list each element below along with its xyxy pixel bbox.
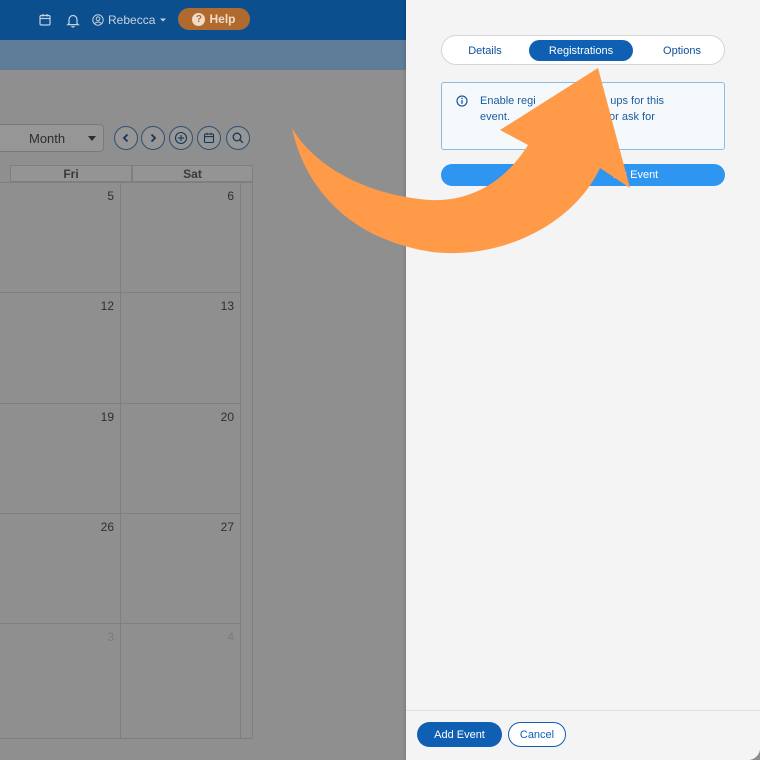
caret-down-icon <box>160 18 167 22</box>
grid-edge <box>240 182 253 739</box>
day-cell[interactable]: 5 <box>0 182 121 293</box>
day-cell[interactable]: 4 <box>120 623 241 739</box>
day-cell[interactable]: 26 <box>0 513 121 624</box>
day-cell[interactable]: 27 <box>120 513 241 624</box>
day-cell[interactable]: 20 <box>120 403 241 514</box>
calendar-icon <box>203 132 215 144</box>
search-button[interactable] <box>226 126 250 150</box>
bell-icon[interactable] <box>64 11 82 29</box>
day-cell[interactable]: 3 <box>0 623 121 739</box>
add-event-circle-button[interactable] <box>169 126 193 150</box>
info-text-line-2: event. questions, or ask for <box>480 111 655 123</box>
setup-registration-label: S ation f his Event <box>523 169 659 181</box>
question-icon: ? <box>192 12 206 26</box>
add-event-button[interactable]: Add Event <box>417 722 502 747</box>
day-cell[interactable]: 6 <box>120 182 241 293</box>
info-text-line-1: Enable regi y sign ups for this <box>480 95 665 107</box>
registration-info-box: Enable regi y sign ups for this event. q… <box>441 82 725 150</box>
view-select[interactable]: Month <box>0 124 104 152</box>
chevron-right-icon <box>150 133 157 143</box>
day-header-fri: Fri <box>10 165 132 182</box>
next-month-button[interactable] <box>141 126 165 150</box>
calendar-icon[interactable] <box>36 11 54 29</box>
cancel-button[interactable]: Cancel <box>508 722 566 747</box>
view-select-value: Month <box>29 130 66 146</box>
chevron-left-icon <box>122 133 129 143</box>
plus-circle-icon <box>174 131 188 145</box>
select-caret-icon <box>88 136 96 141</box>
add-event-panel: Details Registrations Options Enable reg… <box>406 0 760 760</box>
tab-details[interactable]: Details <box>450 40 520 61</box>
tab-registrations[interactable]: Registrations <box>529 40 633 61</box>
prev-month-button[interactable] <box>114 126 138 150</box>
setup-registration-button[interactable]: S ation f his Event <box>441 164 725 186</box>
day-cell[interactable]: 12 <box>0 292 121 404</box>
user-menu[interactable]: Rebecca <box>92 12 167 28</box>
info-icon <box>456 95 468 107</box>
date-picker-button[interactable] <box>197 126 221 150</box>
panel-footer: Add Event Cancel <box>406 710 760 760</box>
tab-options[interactable]: Options <box>647 40 717 61</box>
search-icon <box>232 132 244 144</box>
help-button[interactable]: ? Help <box>178 8 250 30</box>
day-cell[interactable]: 19 <box>0 403 121 514</box>
help-label: Help <box>209 12 236 26</box>
day-header-sat: Sat <box>132 165 253 182</box>
user-name: Rebecca <box>108 13 156 27</box>
gear-icon <box>508 170 518 180</box>
panel-tab-bar: Details Registrations Options <box>441 35 725 65</box>
day-cell[interactable]: 13 <box>120 292 241 404</box>
user-circle-icon <box>92 14 104 26</box>
